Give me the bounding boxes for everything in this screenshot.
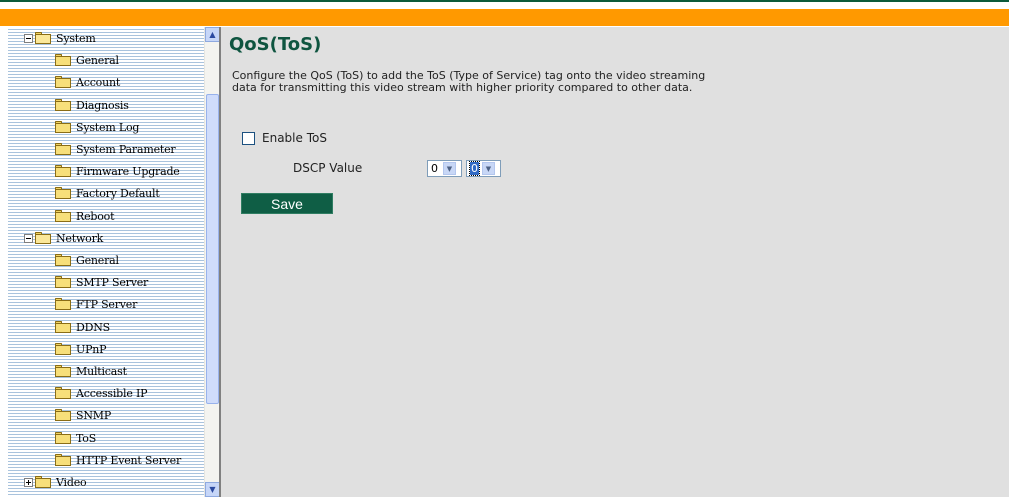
navigation-frame: System General Account Diagnosis System Log S… [8, 27, 219, 497]
folder-icon [55, 187, 71, 199]
folder-icon [55, 298, 71, 310]
sidebar-group-label: Video [56, 475, 87, 489]
sidebar-item-firmware-upgrade[interactable]: Firmware Upgrade [55, 160, 180, 182]
sidebar-item-http-event-server[interactable]: HTTP Event Server [55, 449, 181, 471]
top-border [0, 0, 1009, 9]
sidebar-group-video[interactable]: Video [24, 471, 87, 493]
enable-tos-checkbox[interactable] [242, 131, 255, 145]
folder-icon [55, 343, 71, 355]
enable-tos-row: Enable ToS [242, 131, 327, 145]
sidebar-item-label: Diagnosis [76, 98, 129, 112]
sidebar-item-system-parameter[interactable]: System Parameter [55, 138, 176, 160]
scroll-thumb[interactable] [206, 94, 219, 404]
folder-icon [55, 365, 71, 377]
dscp-value-1: 0 [431, 162, 438, 175]
sidebar-item-multicast[interactable]: Multicast [55, 360, 127, 382]
main-content: QoS(ToS) Configure the QoS (ToS) to add … [221, 27, 1009, 497]
sidebar-item-label: SNMP [76, 408, 112, 422]
folder-icon [55, 143, 71, 155]
sidebar-group-system[interactable]: System [24, 27, 96, 49]
sidebar-item-label: Multicast [76, 364, 127, 378]
scroll-up-button[interactable]: ▲ [205, 27, 219, 42]
sidebar-item-ddns[interactable]: DDNS [55, 316, 110, 338]
sidebar-item-general[interactable]: General [55, 249, 119, 271]
folder-icon [35, 232, 51, 244]
plus-box-icon[interactable] [24, 477, 33, 487]
folder-icon [55, 165, 71, 177]
page-title: QoS(ToS) [229, 34, 322, 55]
sidebar-item-account[interactable]: Account [55, 71, 120, 93]
folder-icon [55, 321, 71, 333]
dscp-value-select-2[interactable]: 0 ▼ [466, 160, 501, 177]
folder-icon [55, 76, 71, 88]
chevron-down-icon[interactable]: ▼ [482, 162, 495, 175]
folder-icon [55, 54, 71, 66]
sidebar-item-label: System Parameter [76, 142, 176, 156]
sidebar-group-label: System [56, 31, 96, 45]
page-description: Configure the QoS (ToS) to add the ToS (… [232, 70, 832, 94]
folder-icon [55, 409, 71, 421]
enable-tos-label: Enable ToS [262, 131, 327, 145]
sidebar-item-label: ToS [76, 431, 97, 445]
folder-icon [55, 210, 71, 222]
sidebar-item-snmp[interactable]: SNMP [55, 404, 111, 426]
sidebar-item-label: System Log [76, 120, 140, 134]
sidebar-item-label: FTP Server [76, 297, 138, 311]
sidebar-group-network[interactable]: Network [24, 227, 103, 249]
sidebar-item-label: Reboot [76, 209, 115, 223]
dscp-value-select-1[interactable]: 0 ▼ [427, 160, 462, 177]
header-bar [0, 9, 1009, 26]
sidebar-item-label: Accessible IP [76, 386, 148, 400]
scroll-down-button[interactable]: ▼ [205, 482, 219, 497]
sidebar-item-system-log[interactable]: System Log [55, 116, 139, 138]
sidebar-item-factory-default[interactable]: Factory Default [55, 182, 160, 204]
sidebar-item-general[interactable]: General [55, 49, 119, 71]
sidebar-item-label: Factory Default [76, 186, 160, 200]
chevron-down-icon[interactable]: ▼ [443, 162, 456, 175]
folder-icon [55, 99, 71, 111]
folder-icon [35, 32, 51, 44]
sidebar-group-audio[interactable]: Audio [24, 493, 87, 497]
folder-icon [55, 454, 71, 466]
sidebar-item-label: Account [76, 75, 121, 89]
folder-icon [55, 432, 71, 444]
folder-icon [35, 476, 51, 488]
sidebar-item-label: UPnP [76, 342, 107, 356]
folder-icon [55, 387, 71, 399]
sidebar-item-smtp-server[interactable]: SMTP Server [55, 271, 148, 293]
sidebar-item-label: SMTP Server [76, 275, 149, 289]
sidebar-item-label: HTTP Event Server [76, 453, 182, 467]
sidebar-item-reboot[interactable]: Reboot [55, 205, 115, 227]
sidebar-group-label: Network [56, 231, 104, 245]
dscp-value-label: DSCP Value [293, 161, 363, 175]
sidebar-item-label: General [76, 253, 119, 267]
sidebar-item-tos[interactable]: ToS [55, 427, 96, 449]
sidebar-item-label: General [76, 53, 119, 67]
sidebar-item-label: Firmware Upgrade [76, 164, 180, 178]
folder-icon [55, 121, 71, 133]
sidebar-item-accessible-ip[interactable]: Accessible IP [55, 382, 147, 404]
description-line: data for transmitting this video stream … [232, 81, 693, 94]
folder-icon [55, 254, 71, 266]
folder-icon [55, 276, 71, 288]
dscp-value-2: 0 [469, 161, 480, 176]
sidebar-item-ftp-server[interactable]: FTP Server [55, 293, 137, 315]
save-button[interactable]: Save [241, 193, 333, 214]
sidebar-item-upnp[interactable]: UPnP [55, 338, 107, 360]
minus-box-icon[interactable] [24, 233, 33, 243]
sidebar-item-diagnosis[interactable]: Diagnosis [55, 94, 129, 116]
sidebar-scrollbar[interactable]: ▲ ▼ [204, 27, 219, 497]
minus-box-icon[interactable] [24, 33, 33, 43]
sidebar-item-label: DDNS [76, 320, 110, 334]
